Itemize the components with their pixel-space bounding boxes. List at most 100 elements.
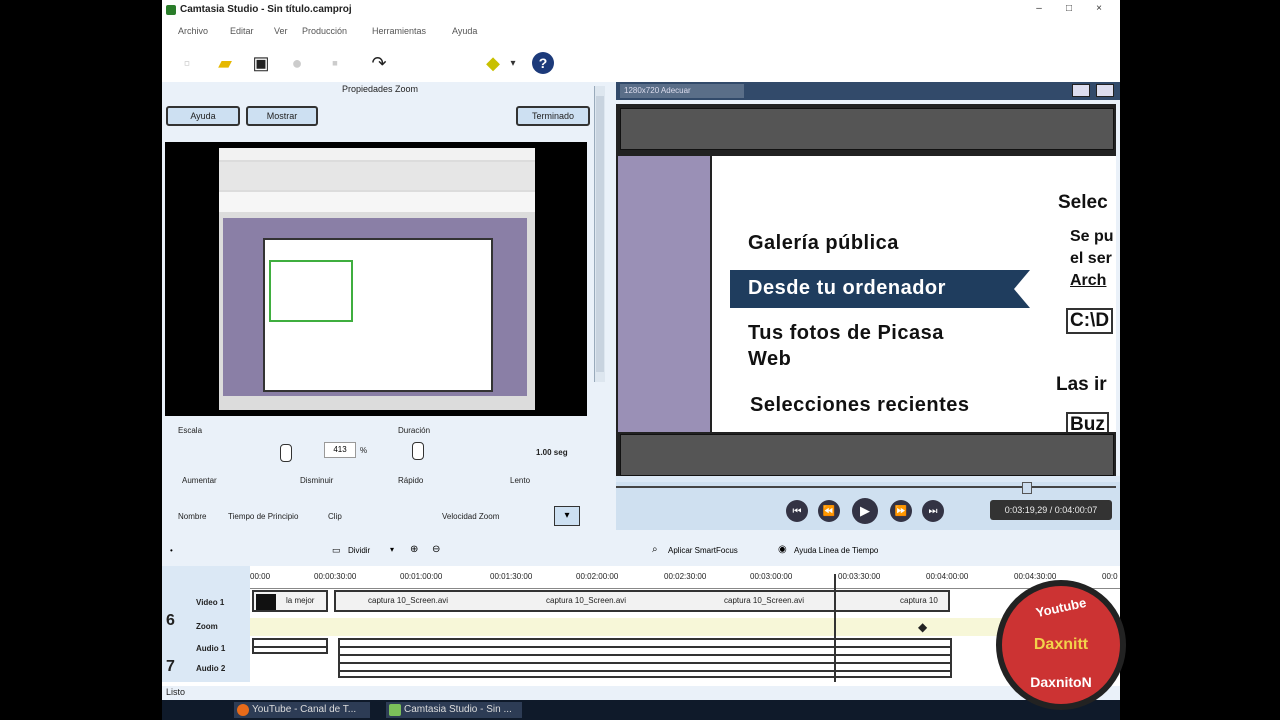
ruler-tick: 00:0 [1102, 572, 1118, 581]
import-icon[interactable]: ▪ [324, 52, 346, 74]
track-label-audio2: Audio 2 [196, 664, 226, 673]
ruler-tick: 00:00:30:00 [314, 572, 357, 581]
undo-icon[interactable]: ↷ [368, 52, 390, 74]
letterbox-bottom [620, 434, 1114, 476]
duration-slider-knob[interactable] [412, 442, 424, 460]
zoom-track[interactable]: ◆ [250, 618, 1120, 636]
right-link-arch: Arch [1070, 272, 1107, 289]
preview-size-dropdown[interactable]: 1280x720 Adecuar [620, 84, 744, 98]
scale-slider-knob[interactable] [280, 444, 292, 462]
fast-forward-icon[interactable]: ⏩ [890, 500, 912, 522]
timeline-help-icon[interactable]: ◉ [778, 544, 787, 555]
camtasia-app-icon [166, 5, 176, 15]
taskbar-item-label: Camtasia Studio - Sin ... [404, 704, 512, 715]
help-icon[interactable]: ? [532, 52, 554, 74]
preview-scrubber[interactable] [616, 482, 1116, 494]
track-labels: Video 1 Zoom Audio 1 Audio 2 6 7 [162, 566, 250, 682]
help-button[interactable]: Ayuda [166, 106, 240, 126]
audio-clip[interactable] [252, 638, 328, 654]
show-button[interactable]: Mostrar [246, 106, 318, 126]
panel-scrollbar[interactable] [594, 86, 605, 382]
picasa-dialog: Galería pública Desde tu ordenador Tus f… [712, 156, 1116, 432]
clip-label: captura 10_Screen.avi [368, 596, 449, 605]
zoom-in-icon[interactable]: ⊕ [410, 544, 418, 555]
minimize-icon[interactable]: – [1032, 3, 1046, 14]
video-clip[interactable]: la mejor [252, 590, 328, 612]
audio-tracks [250, 638, 1120, 682]
menu-archivo[interactable]: Archivo [178, 26, 208, 36]
taskbar-item-camtasia[interactable]: Camtasia Studio - Sin ... [386, 702, 522, 718]
scale-input[interactable]: 413 [324, 442, 356, 458]
right-path-field: C:\D [1066, 308, 1114, 334]
preview-stage: Galería pública Desde tu ordenador Tus f… [616, 100, 1120, 476]
rewind-icon[interactable]: ⏪ [818, 500, 840, 522]
video-clip[interactable]: captura 10_Screen.avi captura 10_Screen.… [334, 590, 950, 612]
zoom-out-icon[interactable]: ⊖ [432, 544, 440, 555]
new-project-icon[interactable]: ▫ [176, 52, 198, 74]
column-zoom-speed[interactable]: Velocidad Zoom [442, 512, 499, 521]
track-label-zoom: Zoom [196, 622, 218, 631]
previous-clip-icon[interactable]: ⏮ [786, 500, 808, 522]
duration-value: 1.00 seg [536, 448, 568, 457]
smartfocus-button[interactable]: Aplicar SmartFocus [668, 546, 738, 555]
fullscreen-icon[interactable] [1096, 84, 1114, 97]
menu-from-computer: Desde tu ordenador [748, 277, 946, 299]
zoom-properties-panel: Propiedades Zoom Ayuda Mostrar Terminado… [162, 82, 598, 532]
close-icon[interactable]: × [1092, 3, 1106, 14]
scrubber-knob[interactable] [1022, 482, 1032, 494]
increase-label: Aumentar [182, 476, 217, 485]
timeline-playhead[interactable] [834, 574, 836, 682]
track-label-audio1: Audio 1 [196, 644, 226, 653]
zoom-rectangle[interactable] [269, 260, 353, 322]
status-text: Listo [166, 687, 186, 697]
preview-panel: 1280x720 Adecuar Galería pública Desde t… [616, 82, 1120, 530]
split-icon[interactable]: ▭ [332, 545, 341, 556]
maximize-icon[interactable]: □ [1062, 3, 1076, 14]
zoom-keyframe-icon[interactable]: ▾ [554, 506, 580, 526]
desktop-sidebar [618, 156, 710, 432]
scrollbar-thumb[interactable] [596, 96, 604, 372]
menu-produccion[interactable]: Producción [302, 26, 347, 36]
menu-editar[interactable]: Editar [230, 26, 254, 36]
zoom-preview[interactable] [165, 142, 587, 416]
notes-dropdown-icon[interactable]: ▾ [502, 52, 524, 74]
timeline-menu-icon[interactable]: • [170, 546, 173, 555]
split-button[interactable]: Dividir [348, 546, 370, 555]
notes-icon[interactable]: ◆ [482, 52, 504, 74]
record-icon[interactable]: ● [286, 52, 308, 74]
save-icon[interactable]: ▣ [250, 52, 272, 74]
menu-herramientas[interactable]: Herramientas [372, 26, 426, 36]
menu-ver[interactable]: Ver [274, 26, 288, 36]
column-clip[interactable]: Clip [328, 512, 342, 521]
split-dropdown-icon[interactable]: ▾ [390, 545, 394, 554]
next-clip-icon[interactable]: ⏭ [922, 500, 944, 522]
watermark-line: Daxnitt [1033, 636, 1089, 653]
smartfocus-icon[interactable]: ⌕ [652, 544, 658, 555]
taskbar-item-youtube[interactable]: YouTube - Canal de T... [234, 702, 370, 718]
track-collapse-icon[interactable]: 7 [166, 658, 175, 676]
play-icon[interactable]: ▶ [852, 498, 878, 524]
video-canvas[interactable]: Galería pública Desde tu ordenador Tus f… [616, 104, 1116, 476]
watermark-line: Youtube [1034, 594, 1088, 621]
clip-label: la mejor [286, 596, 315, 605]
menu-picasa-photos: Tus fotos de Picasa [748, 322, 944, 344]
timeline-ruler[interactable]: 00:00 00:00:30:00 00:01:00:00 00:01:30:0… [250, 566, 1120, 589]
panel-title: Propiedades Zoom [341, 84, 419, 94]
clip-label: captura 10 [900, 596, 938, 605]
zoom-keyframe-marker[interactable]: ◆ [918, 620, 927, 634]
fast-label: Rápido [398, 476, 424, 485]
column-name[interactable]: Nombre [178, 512, 206, 521]
zoom-preview-thumbnail [219, 148, 535, 410]
column-start-time[interactable]: Tiempo de Principio [228, 512, 298, 521]
menu-ayuda[interactable]: Ayuda [452, 26, 477, 36]
audio-clip[interactable] [338, 638, 952, 678]
track-expand-icon[interactable]: 6 [166, 612, 175, 630]
duration-label: Duración [398, 426, 431, 435]
detach-icon[interactable] [1072, 84, 1090, 97]
camtasia-window: Camtasia Studio - Sin título.camproj – □… [162, 0, 1120, 720]
preview-header: 1280x720 Adecuar [616, 82, 1120, 100]
timeline: Video 1 Zoom Audio 1 Audio 2 6 7 00:00 0… [162, 566, 1120, 686]
done-button[interactable]: Terminado [516, 106, 590, 126]
timeline-help-button[interactable]: Ayuda Línea de Tiempo [794, 546, 878, 555]
open-folder-icon[interactable]: ▰ [214, 52, 236, 74]
